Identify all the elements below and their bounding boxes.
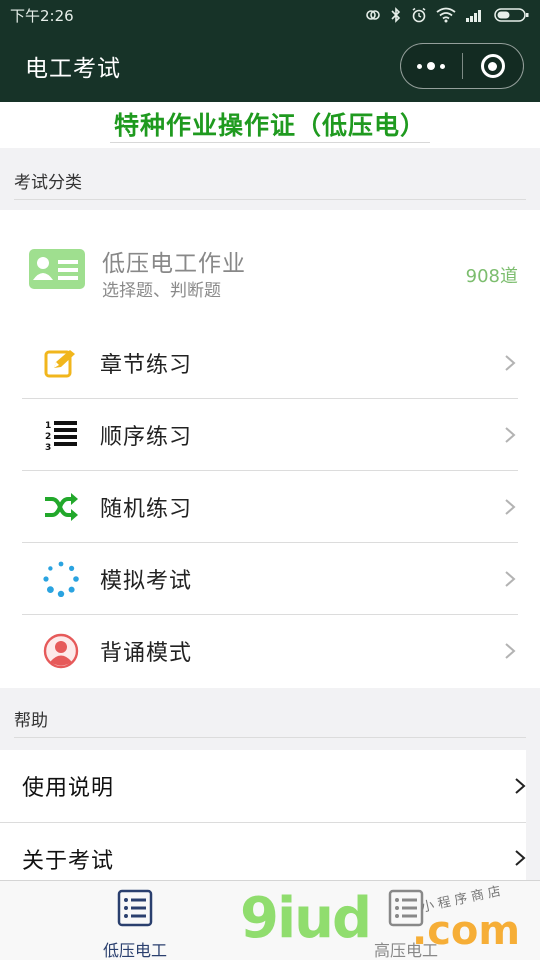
header-banner: 特种作业操作证（低压电） [0,102,540,148]
tab-bar: 低压电工 高压电工 [0,880,540,960]
help-item-label: 关于考试 [22,849,115,874]
menu-item-label: 顺序练习 [100,424,193,450]
bluetooth-icon [390,7,402,23]
close-target-icon [480,54,505,78]
svg-text:3: 3 [45,443,51,452]
id-card-icon [28,248,86,290]
menu-item-label: 模拟考试 [100,568,193,594]
chevron-right-icon [504,498,516,516]
menu-item-mock-exam[interactable]: 模拟考试 [22,543,518,615]
chevron-right-icon [504,426,516,444]
category-card: 低压电工作业 选择题、判断题 908道 章节练习 1 2 3 顺序练习 随机练习… [0,210,540,688]
tab-low-voltage[interactable]: 低压电工 [85,887,185,960]
question-count: 908道 [465,266,518,287]
page-title: 电工考试 [25,56,121,82]
ordered-list-icon: 1 2 3 [40,414,82,456]
help-item-label: 使用说明 [22,776,115,801]
section-label-categories: 考试分类 [14,168,526,200]
close-button[interactable] [463,44,524,88]
banner-title: 特种作业操作证（低压电） [109,102,430,143]
menu-item-sequential-practice[interactable]: 1 2 3 顺序练习 [22,399,518,471]
menu-item-label: 随机练习 [100,496,193,522]
wifi-icon [436,7,456,23]
svg-text:2: 2 [45,432,51,442]
tab-high-voltage[interactable]: 高压电工 [356,887,456,960]
signal-icon [465,8,485,22]
mini-program-capsule [400,43,524,89]
menu-item-label: 背诵模式 [100,641,193,666]
chevron-right-icon [504,642,516,660]
menu-item-random-practice[interactable]: 随机练习 [22,471,518,543]
help-item-instructions[interactable]: 使用说明 [0,750,526,822]
edit-icon [40,342,82,384]
alarm-icon [411,7,427,23]
loading-dots-icon [40,558,82,600]
user-avatar-icon [40,630,82,672]
more-dots-icon [417,62,446,70]
category-subtitle: 选择题、判断题 [102,281,221,301]
chevron-right-icon [504,354,516,372]
category-name: 低压电工作业 [102,251,246,277]
sync-icon [365,7,381,23]
status-icons [365,7,530,23]
chevron-right-icon [504,570,516,588]
tab-label: 高压电工 [373,941,438,960]
list-icon [388,889,424,927]
chevron-right-icon [514,843,526,867]
category-header[interactable]: 低压电工作业 选择题、判断题 908道 [28,246,518,301]
tab-label: 低压电工 [102,941,167,960]
chevron-right-icon [514,777,526,795]
shuffle-icon [40,486,82,528]
nav-bar: 电工考试 [0,30,540,102]
status-bar: 下午2:26 [0,0,540,30]
more-button[interactable] [401,44,462,88]
help-item-about-exam[interactable]: 关于考试 [0,823,526,880]
battery-icon [494,7,530,23]
list-icon [117,889,153,927]
status-time: 下午2:26 [10,6,74,25]
menu-item-recite-mode[interactable]: 背诵模式 [22,615,518,687]
menu-item-label: 章节练习 [100,352,193,378]
svg-text:1: 1 [45,421,51,431]
menu-item-chapter-practice[interactable]: 章节练习 [22,327,518,399]
section-label-help: 帮助 [14,706,526,738]
